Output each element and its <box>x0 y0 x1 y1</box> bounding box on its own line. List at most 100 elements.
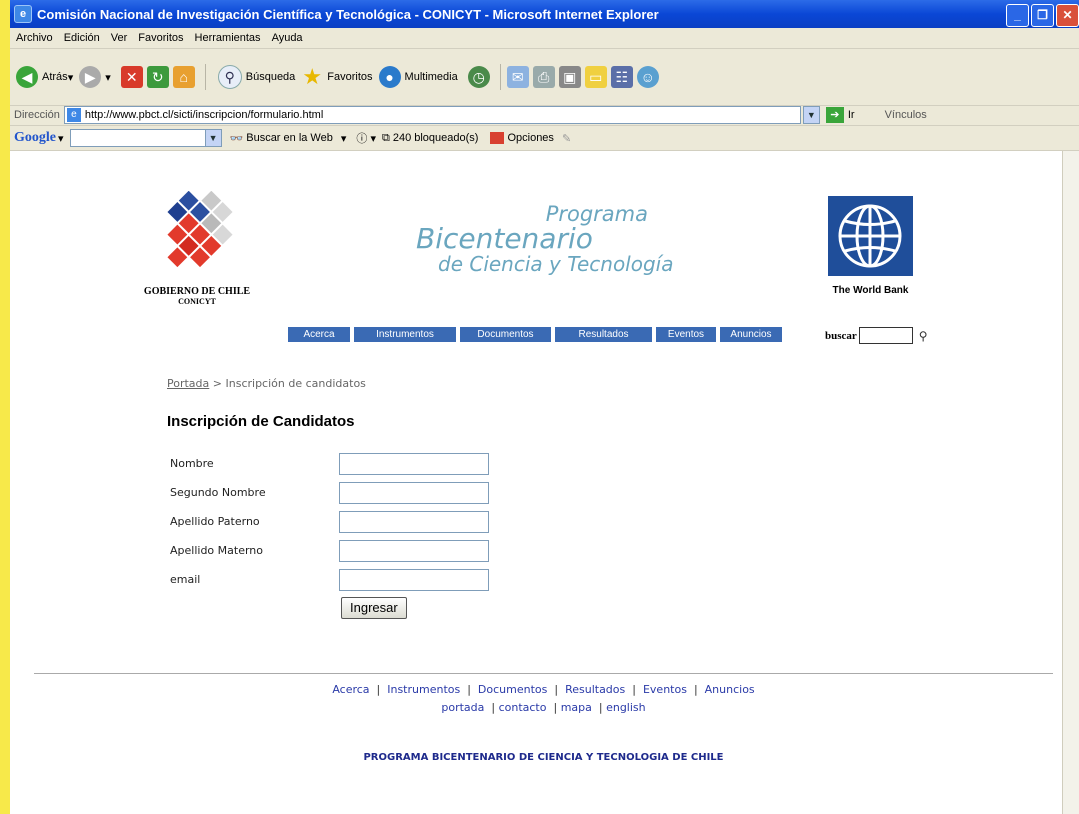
gobierno-logo-mark <box>167 190 233 268</box>
nombre-input[interactable] <box>339 453 489 475</box>
forward-arrow-icon: ▶ <box>79 66 102 88</box>
options-button[interactable]: Opciones <box>507 132 553 144</box>
nav-documentos[interactable]: Documentos <box>460 327 551 342</box>
research-icon[interactable]: ☷ <box>610 66 633 88</box>
breadcrumb-home-link[interactable]: Portada <box>167 377 209 390</box>
minimize-button[interactable]: _ <box>1006 4 1029 27</box>
footer-link-portada[interactable]: portada <box>441 701 484 714</box>
address-input[interactable]: e http://www.pbct.cl/sicti/inscripcion/f… <box>63 106 801 124</box>
mail-icon[interactable]: ✉ <box>506 66 529 88</box>
breadcrumb: Portada > Inscripción de candidatos <box>167 377 366 390</box>
search-button[interactable]: ⚲ Búsqueda <box>217 65 296 89</box>
info-icon[interactable]: ⓘ ▾ <box>356 130 376 146</box>
page-title: Inscripción de Candidatos <box>167 413 355 430</box>
nav-resultados[interactable]: Resultados <box>555 327 652 342</box>
worldbank-logo[interactable]: The World Bank <box>828 196 913 296</box>
go-arrow-icon[interactable]: ➔ <box>825 107 844 123</box>
footer-secondary-nav: portada | contacto | mapa | english <box>441 701 646 714</box>
history-icon[interactable]: ◷ <box>467 66 490 88</box>
highlighter-icon[interactable]: ✎ <box>562 132 571 145</box>
links-label[interactable]: Vínculos <box>885 109 927 121</box>
magnifier-icon: ⚲ <box>217 65 242 89</box>
discuss-icon[interactable]: ▭ <box>584 66 607 88</box>
footer-link-documentos[interactable]: Documentos <box>478 683 547 696</box>
label-email: email <box>170 573 201 586</box>
forward-button[interactable]: ▶ ▾ <box>79 66 111 88</box>
vertical-scrollbar[interactable] <box>1062 151 1079 814</box>
menu-edicion[interactable]: Edición <box>64 32 100 44</box>
label-apellido-materno: Apellido Materno <box>170 544 263 557</box>
program-line2: Bicentenario <box>416 222 593 255</box>
google-logo[interactable]: Google <box>14 130 56 146</box>
label-nombre: Nombre <box>170 457 214 470</box>
menu-bar: Archivo Edición Ver Favoritos Herramient… <box>10 28 1079 49</box>
back-label: Atrás <box>42 71 68 83</box>
stop-icon[interactable]: ✕ <box>120 66 143 88</box>
chevron-down-icon[interactable]: ▼ <box>204 130 221 146</box>
nav-instrumentos[interactable]: Instrumentos <box>354 327 456 342</box>
footer-link-instrumentos[interactable]: Instrumentos <box>387 683 460 696</box>
google-search-input[interactable]: ▼ <box>69 129 222 147</box>
binoculars-icon: 👓 <box>229 132 244 145</box>
options-icon <box>490 132 505 144</box>
site-search-input[interactable] <box>858 327 913 344</box>
apellido-paterno-input[interactable] <box>339 511 489 533</box>
browser-window: e Comisión Nacional de Investigación Cie… <box>10 0 1079 814</box>
address-bar: Dirección e http://www.pbct.cl/sicti/ins… <box>10 105 1079 126</box>
address-url: http://www.pbct.cl/sicti/inscripcion/for… <box>84 109 324 121</box>
restore-button[interactable]: ❐ <box>1031 4 1054 27</box>
window-title: Comisión Nacional de Investigación Cient… <box>37 6 659 22</box>
page-content: GOBIERNO DE CHILE CONICYT Programa Bicen… <box>10 151 1063 814</box>
ie-icon: e <box>14 5 32 23</box>
gobierno-logo[interactable]: GOBIERNO DE CHILE CONICYT <box>144 190 270 306</box>
program-logo[interactable]: Programa Bicentenario de Ciencia y Tecno… <box>410 203 690 275</box>
back-button[interactable]: ◀ Atrás ▾ <box>16 66 73 88</box>
email-input[interactable] <box>339 569 489 591</box>
address-dropdown-icon[interactable]: ▼ <box>802 106 820 124</box>
edit-icon[interactable]: ▣ <box>558 66 581 88</box>
footer-link-mapa[interactable]: mapa <box>561 701 592 714</box>
favorites-label: Favoritos <box>327 71 373 83</box>
favorites-button[interactable]: ★ Favoritos <box>301 66 372 88</box>
segundo-nombre-input[interactable] <box>339 482 489 504</box>
footer-copyright: PROGRAMA BICENTENARIO DE CIENCIA Y TECNO… <box>363 752 724 763</box>
label-segundo-nombre: Segundo Nombre <box>170 486 266 499</box>
nav-acerca[interactable]: Acerca <box>288 327 350 342</box>
label-apellido-paterno: Apellido Paterno <box>170 515 260 528</box>
footer-link-resultados[interactable]: Resultados <box>565 683 625 696</box>
footer-link-acerca[interactable]: Acerca <box>332 683 369 696</box>
menu-archivo[interactable]: Archivo <box>16 32 53 44</box>
footer-link-english[interactable]: english <box>606 701 646 714</box>
nav-anuncios[interactable]: Anuncios <box>720 327 782 342</box>
search-label: Búsqueda <box>245 71 296 83</box>
conicyt-label: CONICYT <box>178 297 216 306</box>
site-search: buscar ⚲ <box>825 327 928 344</box>
popup-blocked-count[interactable]: 240 bloqueado(s) <box>393 132 479 144</box>
submit-button[interactable]: Ingresar <box>341 597 407 619</box>
media-label: Multimedia <box>404 71 458 83</box>
menu-favoritos[interactable]: Favoritos <box>138 32 183 44</box>
menu-ayuda[interactable]: Ayuda <box>272 32 303 44</box>
menu-ver[interactable]: Ver <box>111 32 128 44</box>
media-button[interactable]: ● Multimedia <box>378 66 458 88</box>
home-icon[interactable]: ⌂ <box>172 66 195 88</box>
breadcrumb-current: Inscripción de candidatos <box>225 377 366 390</box>
close-button[interactable]: ✕ <box>1056 4 1079 27</box>
search-icon[interactable]: ⚲ <box>919 329 928 343</box>
breadcrumb-separator: > <box>212 377 222 390</box>
footer-link-contacto[interactable]: contacto <box>499 701 547 714</box>
search-web-button[interactable]: Buscar en la Web <box>246 132 333 144</box>
main-nav: Acerca Instrumentos Documentos Resultado… <box>288 327 782 342</box>
star-icon: ★ <box>302 64 323 89</box>
worldbank-globe-icon <box>828 196 913 276</box>
footer-link-anuncios[interactable]: Anuncios <box>705 683 755 696</box>
messenger-icon[interactable]: ☺ <box>636 66 659 88</box>
apellido-materno-input[interactable] <box>339 540 489 562</box>
go-button[interactable]: Ir <box>848 109 855 121</box>
footer-link-eventos[interactable]: Eventos <box>643 683 687 696</box>
print-icon[interactable]: ⎙ <box>532 66 555 88</box>
nav-eventos[interactable]: Eventos <box>656 327 716 342</box>
menu-herramientas[interactable]: Herramientas <box>195 32 261 44</box>
standard-toolbar: ◀ Atrás ▾ ▶ ▾ ✕ ↻ ⌂ ⚲ Búsqueda ★ Favorit… <box>10 49 1079 106</box>
refresh-icon[interactable]: ↻ <box>146 66 169 88</box>
